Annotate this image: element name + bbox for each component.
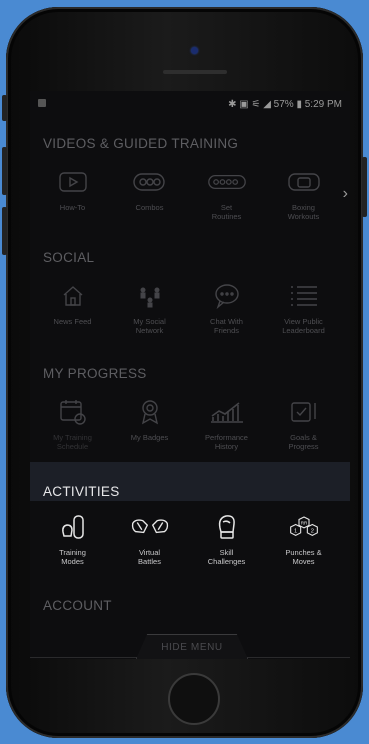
social-row: News Feed My Social Network Chat With Fr… <box>30 281 350 335</box>
menu-item-chat[interactable]: Chat With Friends <box>188 281 265 335</box>
hex-badge-rr: RR <box>300 521 307 526</box>
hex-badge-1: 1 <box>294 528 297 534</box>
home-button[interactable] <box>168 673 220 725</box>
menu-item-news-feed[interactable]: News Feed <box>34 281 111 335</box>
menu-item-training-schedule[interactable]: My Training Schedule <box>34 397 111 451</box>
menu-item-training-modes[interactable]: Training Modes <box>34 512 111 566</box>
menu-item-performance-history[interactable]: Performance History <box>188 397 265 451</box>
menu-item-label: Goals & Progress <box>288 433 319 451</box>
goals-icon <box>284 397 324 427</box>
menu-item-label: Set Routines <box>211 203 242 221</box>
network-icon <box>130 281 170 311</box>
menu-item-skill-challenges[interactable]: Skill Challenges <box>188 512 265 566</box>
menu-item-virtual-battles[interactable]: Virtual Battles <box>111 512 188 566</box>
app-screen: ✱ ▣ ⚟ ◢ 57% ▮ 5:29 PM VIDEOS & GUIDED TR… <box>30 91 350 659</box>
home-icon <box>53 281 93 311</box>
workout-icon <box>284 167 324 197</box>
menu-item-combos[interactable]: Combos <box>111 167 188 221</box>
menu-item-badges[interactable]: My Badges <box>111 397 188 451</box>
menu-item-label: Punches & Moves <box>285 548 322 566</box>
hex-badge-2: 2 <box>310 528 313 534</box>
glove-icon <box>207 512 247 542</box>
menu-item-punches-moves[interactable]: 1 RR 2 Punches & Moves <box>265 512 342 566</box>
menu-item-goals-progress[interactable]: Goals & Progress <box>265 397 342 451</box>
power-button <box>362 157 367 217</box>
menu-item-label: Chat With Friends <box>210 317 243 335</box>
play-icon <box>53 167 93 197</box>
combo-icon <box>130 167 170 197</box>
notification-icon <box>38 99 46 107</box>
hide-menu-label: HIDE MENU <box>161 642 223 653</box>
menu-item-set-routines[interactable]: Set Routines <box>188 167 265 221</box>
hide-menu-button[interactable]: HIDE MENU <box>136 634 248 659</box>
section-title-progress: MY PROGRESS <box>43 366 147 381</box>
leaderboard-icon <box>284 281 324 311</box>
section-title-activities: ACTIVITIES <box>43 484 120 499</box>
menu-item-boxing-workouts[interactable]: Boxing Workouts <box>265 167 342 221</box>
status-right: ✱ ▣ ⚟ ◢ 57% ▮ 5:29 PM <box>228 99 342 110</box>
menu-item-label: News Feed <box>53 317 92 326</box>
menu-item-label: Virtual Battles <box>138 548 161 566</box>
menu-item-label: Training Modes <box>59 548 86 566</box>
front-camera <box>191 47 198 54</box>
menu-item-label: Boxing Workouts <box>287 203 320 221</box>
menu-item-label: My Social Network <box>133 317 166 335</box>
menu-item-leaderboard[interactable]: View Public Leaderboard <box>265 281 342 335</box>
menu-item-label: Combos <box>135 203 164 212</box>
section-title-account[interactable]: ACCOUNT <box>43 598 112 613</box>
calendar-icon <box>53 397 93 427</box>
volume-up-button <box>2 147 7 195</box>
videos-row: How-To Combos Set Routines Boxing Workou… <box>30 167 350 221</box>
menu-item-label: View Public Leaderboard <box>282 317 325 335</box>
section-title-social: SOCIAL <box>43 250 95 265</box>
chart-icon <box>207 397 247 427</box>
mute-switch <box>2 95 7 121</box>
menu-item-label: My Badges <box>130 433 169 442</box>
routine-icon <box>207 167 247 197</box>
menu-item-label: My Training Schedule <box>53 433 92 451</box>
activities-row: Training Modes Virtual Battles Skill Cha… <box>30 512 350 566</box>
glove-bag-icon <box>53 512 93 542</box>
gloves-icon <box>130 512 170 542</box>
section-title-videos: VIDEOS & GUIDED TRAINING <box>43 136 239 151</box>
menu-item-label: Skill Challenges <box>207 548 246 566</box>
badge-icon <box>130 397 170 427</box>
volume-down-button <box>2 207 7 255</box>
earpiece-speaker <box>163 70 227 74</box>
menu-item-label: How-To <box>59 203 86 212</box>
menu-item-label: Performance History <box>205 433 248 451</box>
menu-item-social-network[interactable]: My Social Network <box>111 281 188 335</box>
chat-icon <box>207 281 247 311</box>
status-bar: ✱ ▣ ⚟ ◢ 57% ▮ 5:29 PM <box>30 91 350 117</box>
hex-numbers-icon: 1 RR 2 <box>284 512 324 542</box>
chevron-right-icon[interactable]: › <box>343 185 348 203</box>
progress-row: My Training Schedule My Badges Performan… <box>30 397 350 451</box>
menu-item-how-to[interactable]: How-To <box>34 167 111 221</box>
